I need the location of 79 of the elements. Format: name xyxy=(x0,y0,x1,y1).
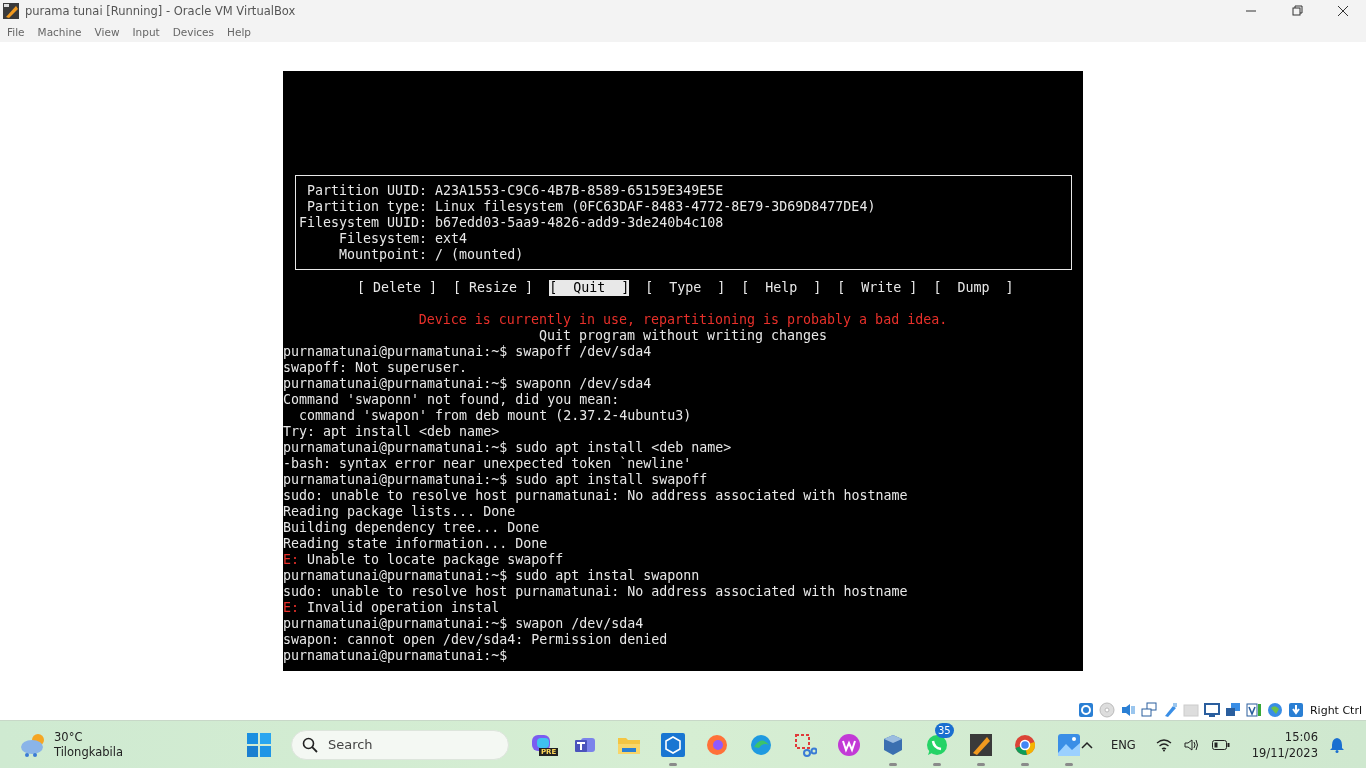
field-label: Filesystem UUID: xyxy=(299,215,428,231)
field-label: Partition UUID: xyxy=(306,183,428,199)
menu-option[interactable]: [ Dump ] xyxy=(933,280,1014,296)
document-app-icon[interactable] xyxy=(836,732,861,757)
field-label: Partition type: xyxy=(306,199,428,215)
host-key-label: Right Ctrl xyxy=(1309,703,1362,717)
temperature-label: 30°C xyxy=(54,729,84,745)
globe-icon[interactable] xyxy=(1266,702,1283,718)
speaker-icon[interactable] xyxy=(1183,737,1200,752)
screens-icon[interactable] xyxy=(1224,702,1241,718)
field-value: / (mounted) xyxy=(435,247,525,263)
browser-icon[interactable] xyxy=(1012,732,1037,757)
display-icon[interactable] xyxy=(1203,702,1220,718)
field-value: b67edd03-5aa9-4826-add9-3de240b4c108 xyxy=(435,215,725,231)
terminal-line: purnamatunai@purnamatunai:~$ sudo apt instal swaponn xyxy=(283,568,701,584)
restore-button[interactable] xyxy=(1289,3,1305,19)
terminal-line: purnamatunai@purnamatunai:~$ swapoff /dev/sda4 xyxy=(283,344,653,360)
terminal-line: purnamatunai@purnamatunai:~$ swaponn /dev/sda4 xyxy=(283,376,653,392)
terminal-line: E: Invalid operation instal xyxy=(283,600,501,616)
terminal-line: E: Unable to locate package swapoff xyxy=(283,552,565,568)
menu-option[interactable]: [ Type ] xyxy=(645,280,726,296)
terminal-line: Building dependency tree... Done xyxy=(283,520,541,536)
terminal-line: sudo: unable to resolve host purnamatunai: No address associated with hostname xyxy=(283,488,909,504)
terminal-line: swapon: cannot open /dev/sda4: Permission denied xyxy=(283,632,669,648)
field-label: Filesystem: xyxy=(338,231,428,247)
hard-disk-icon[interactable] xyxy=(1077,702,1094,718)
hint-message: Quit program without writing changes xyxy=(537,328,829,344)
menu-item[interactable]: Devices xyxy=(172,26,215,38)
notification-badge: 35 xyxy=(934,722,954,738)
chevron-up-icon[interactable] xyxy=(1080,740,1093,749)
terminal-line: Reading state information... Done xyxy=(283,536,549,552)
terminal-line: Reading package lists... Done xyxy=(283,504,517,520)
field-value: Linux filesystem (0FC63DAF-8483-4772-8E79-3D69D8477DE4) xyxy=(435,199,877,215)
battery-icon[interactable] xyxy=(1211,738,1230,751)
terminal-line: swapoff: Not superuser. xyxy=(283,360,469,376)
location-label: Tilongkabila xyxy=(54,744,123,760)
browser-icon[interactable] xyxy=(748,732,773,757)
field-value: ext4 xyxy=(435,231,469,247)
search-icon xyxy=(301,736,318,753)
bell-icon[interactable] xyxy=(1330,736,1344,753)
language-indicator[interactable]: ENG xyxy=(1110,737,1136,752)
warning-message: Device is currently in use, repartitioning is probably a bad idea. xyxy=(417,312,949,328)
terminal-line: purnamatunai@purnamatunai:~$ sudo apt install <deb name> xyxy=(283,440,733,456)
terminal-line: command 'swapon' from deb mount (2.37.2-4ubuntu3) xyxy=(298,408,693,424)
menu-item[interactable]: Input xyxy=(132,26,160,38)
menu-option[interactable]: [ Resize ] xyxy=(453,280,534,296)
field-label: Mountpoint: xyxy=(338,247,428,263)
field-value: A23A1553-C9C6-4B7B-8589-65159E349E5E xyxy=(435,183,725,199)
cube-icon[interactable] xyxy=(660,732,685,757)
terminal-line: Try: apt install <deb name> xyxy=(283,424,501,440)
menu-option[interactable]: [ Quit ] xyxy=(549,280,630,296)
menu-item[interactable]: Machine xyxy=(37,26,82,38)
clock-date[interactable]: 19/11/2023 xyxy=(1251,744,1318,761)
processor-icon[interactable] xyxy=(1245,702,1262,718)
search-field[interactable]: Search xyxy=(290,729,509,760)
network-icon[interactable] xyxy=(1140,702,1157,718)
terminal-line: sudo: unable to resolve host purnamatunai: No address associated with hostname xyxy=(283,584,909,600)
terminal-line: -bash: syntax error near unexpected token `newline' xyxy=(283,456,693,472)
app-logo-icon xyxy=(3,3,19,19)
terminal-line: purnamatunai@purnamatunai:~$ xyxy=(283,648,509,664)
wifi-icon[interactable] xyxy=(1155,737,1172,752)
menu-item[interactable]: File xyxy=(7,26,25,38)
app-logo-icon[interactable] xyxy=(968,732,993,757)
menu-item[interactable]: Help xyxy=(227,26,251,38)
browser-icon[interactable] xyxy=(704,732,729,757)
menu-option[interactable]: [ Delete ] xyxy=(357,280,438,296)
chat-icon[interactable] xyxy=(924,732,949,757)
menu-option[interactable]: [ Write ] xyxy=(837,280,918,296)
close-button[interactable] xyxy=(1335,3,1351,19)
terminal-line: purnamatunai@purnamatunai:~$ sudo apt install swapoff xyxy=(283,472,709,488)
download-icon[interactable] xyxy=(1287,702,1304,718)
menu-item[interactable]: View xyxy=(94,26,120,38)
menu-option[interactable]: [ Help ] xyxy=(741,280,822,296)
scissors-icon[interactable] xyxy=(792,732,817,757)
window-title: purama tunai [Running] - Oracle VM VirtualBox xyxy=(25,4,296,18)
terminal-line: Command 'swaponn' not found, did you mean: xyxy=(283,392,621,408)
windows-start-icon[interactable] xyxy=(246,732,271,757)
clock-time[interactable]: 15:06 xyxy=(1284,728,1318,745)
terminal-line: purnamatunai@purnamatunai:~$ swapon /dev/sda4 xyxy=(283,616,645,632)
